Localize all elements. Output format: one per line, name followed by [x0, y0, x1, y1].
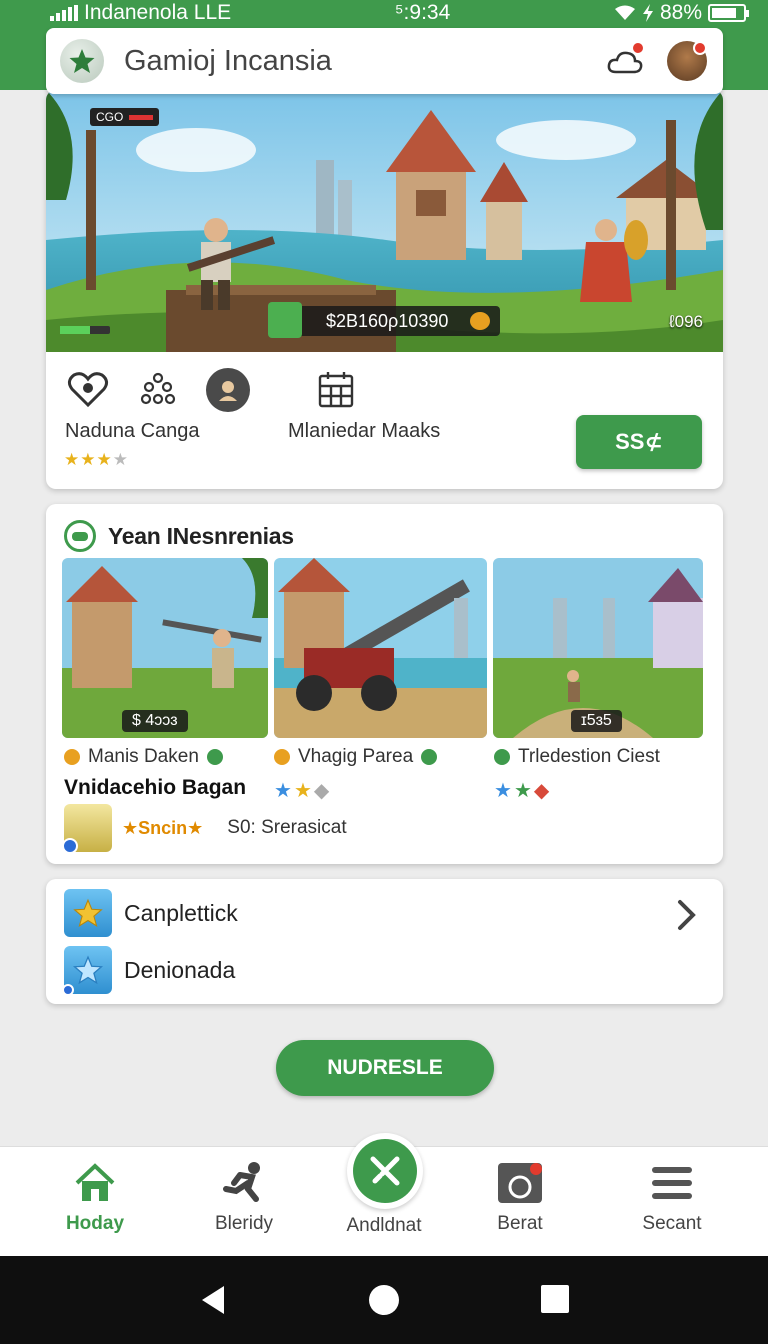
blue-star-icon — [62, 946, 112, 996]
heart-icon[interactable] — [66, 368, 110, 412]
nav-item-home[interactable]: Hoday — [35, 1161, 155, 1235]
game-price-3: ɪ5ɜ5 — [571, 710, 622, 732]
game-3-badges: ★ ★ ◆ — [494, 780, 550, 802]
menu-icon — [652, 1167, 692, 1199]
app-title: Gamioj Incansia — [124, 44, 332, 77]
wifi-icon — [614, 5, 635, 20]
back-icon[interactable] — [198, 1284, 228, 1316]
app-logo-icon — [60, 39, 104, 83]
featured-section-card: Yean INesnrenias $ 4ɔɔɜ ɪ5ɜ5 Manis Daken… — [46, 504, 723, 864]
coin-icon — [470, 312, 490, 330]
character-chip-icon — [268, 302, 302, 338]
profile-badge — [693, 41, 707, 55]
nav-label-center: Andldnat — [346, 1215, 422, 1236]
game-2-badges: ★ ★ ◆ — [274, 780, 330, 802]
charging-icon — [642, 4, 653, 22]
game-name-3-text: Trledestion Ciest — [518, 746, 660, 767]
reward-pack-icon[interactable] — [62, 804, 112, 854]
inbox-icon — [498, 1163, 542, 1203]
leaf-icon — [494, 749, 510, 765]
nav-label-menu: Secant — [642, 1213, 702, 1234]
section-controller-icon — [64, 520, 96, 552]
recents-square-icon[interactable] — [540, 1284, 570, 1314]
player-health-bar — [60, 326, 110, 334]
grid-calendar-icon[interactable] — [314, 368, 358, 412]
game-name-2-text: Vhaɡig Parea — [298, 746, 414, 767]
nav-label-home: Hoday — [65, 1213, 125, 1234]
cross-swords-icon — [370, 1156, 400, 1186]
clock: ⁵:9:34 — [394, 1, 451, 24]
hud-label: CGO — [96, 110, 124, 124]
battery-percent: 88% — [659, 1, 702, 24]
system-navigation-bar — [0, 1256, 768, 1344]
hero-label-right: Mlaniedar Maaks — [288, 420, 441, 442]
section-title: Yean INesnrenias — [108, 522, 294, 549]
hero-counter: ℓ096 — [669, 312, 703, 331]
nav-item-menu[interactable]: Secant — [612, 1161, 732, 1235]
group-icon[interactable] — [136, 368, 180, 412]
currency-amount: $2B160ρ10390 — [326, 310, 449, 331]
game-thumbnail-1[interactable]: $ 4ɔɔɜ — [62, 558, 268, 738]
home-icon — [75, 1163, 115, 1201]
chevron-right-icon[interactable] — [675, 899, 699, 931]
game-name-3: Trledestion Ciest — [494, 746, 660, 768]
list-item-2[interactable]: Denionada — [62, 946, 236, 996]
character-icon[interactable] — [206, 368, 250, 412]
battery-icon — [708, 4, 749, 22]
section-subtitle: Vnidacehio Bagan — [64, 776, 247, 799]
promo-text: S0: Srerasicat — [227, 817, 347, 838]
coin-icon — [64, 749, 80, 765]
profile-button[interactable] — [665, 39, 709, 83]
home-circle-icon[interactable] — [368, 1284, 400, 1316]
app-header: Gamioj Incansia — [46, 28, 723, 94]
nav-label-inbox: Berat — [497, 1213, 543, 1234]
nav-item-activity[interactable]: Bleridy — [184, 1161, 304, 1235]
coin-icon — [274, 749, 290, 765]
game-thumbnail-2[interactable] — [274, 558, 487, 738]
hero-action-button[interactable]: SS⊄ — [576, 415, 702, 469]
hud-health-bar — [129, 114, 154, 120]
nav-center-button[interactable] — [347, 1133, 423, 1209]
game-name-1: Manis Daken — [64, 746, 223, 768]
currency-display: $2B160ρ10390 — [268, 302, 500, 338]
hero-label-left: Naduna Canga — [65, 420, 200, 442]
rating-stars: ★★★★ — [64, 450, 129, 469]
runner-icon — [223, 1162, 260, 1202]
list-item-1[interactable]: Canplettick — [64, 889, 238, 937]
signal-icon — [50, 5, 78, 21]
game-name-1-text: Manis Daken — [88, 746, 199, 767]
carrier-label: Indanenola LLE — [84, 1, 232, 24]
game-thumbnail-3[interactable]: ɪ5ɜ5 — [493, 558, 703, 738]
promo-label: Sncin — [138, 817, 188, 838]
list-item-2-label: Denionada — [124, 956, 236, 983]
game-price-1: $ 4ɔɔɜ — [122, 710, 188, 732]
bottom-nav: Hoday Bleridy Andldnat Berat Secant — [0, 1133, 768, 1256]
list-card: Canplettick Denionada — [46, 879, 723, 1004]
notification-badge — [631, 41, 645, 55]
list-item-1-label: Canplettick — [124, 899, 238, 926]
hud-indicator: CGO — [90, 108, 160, 126]
leaf-icon — [206, 749, 223, 765]
notifications-button[interactable] — [603, 39, 647, 83]
nav-item-inbox[interactable]: Berat — [460, 1161, 580, 1235]
primary-cta-button[interactable]: NUDRESLE — [276, 1040, 494, 1096]
leaf-icon — [421, 749, 438, 765]
promo-badge: ★Sncin★ — [122, 817, 204, 838]
star-badge-icon — [64, 889, 112, 937]
game-name-2: Vhaɡig Parea — [274, 746, 438, 768]
nav-label-activity: Bleridy — [214, 1213, 274, 1234]
featured-game-card: CGO $2B160ρ10390 ℓ096 Naduna Canga Mlani… — [46, 90, 723, 489]
